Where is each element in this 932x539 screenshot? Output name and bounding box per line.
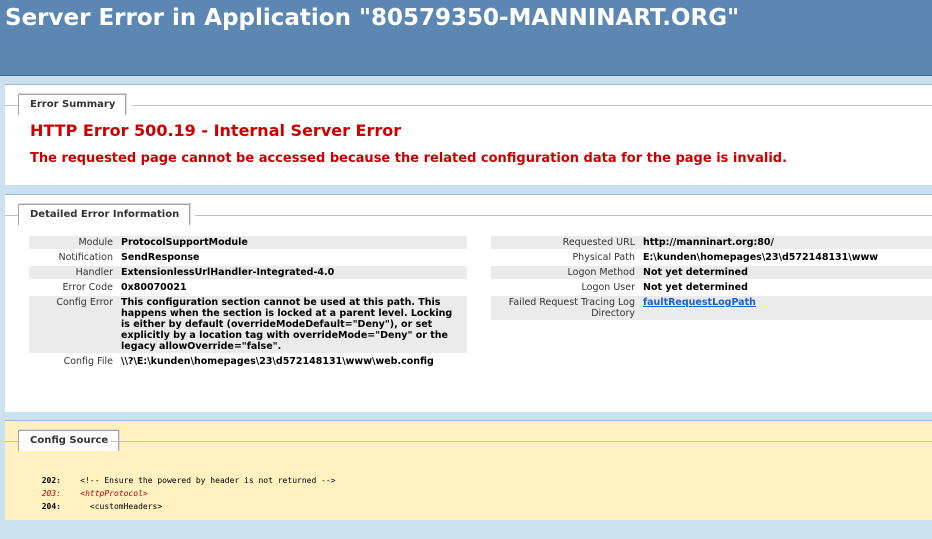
detail-value: faultRequestLogPath — [639, 296, 932, 320]
detail-value: Not yet determined — [639, 266, 932, 279]
detail-row-logon-user: Logon User Not yet determined — [491, 281, 932, 294]
detail-label: Logon Method — [491, 266, 639, 279]
line-number: 204: — [41, 502, 61, 511]
detail-label: Handler — [29, 266, 117, 279]
detail-label: Module — [29, 236, 117, 249]
error-description: The requested page cannot be accessed be… — [30, 151, 788, 166]
tab-divider — [111, 441, 932, 442]
detail-row-logon-method: Logon Method Not yet determined — [491, 266, 932, 279]
error-summary-tab: Error Summary — [18, 94, 127, 115]
error-summary-tab-label: Error Summary — [30, 99, 116, 110]
detail-row-error-code: Error Code 0x80070021 — [29, 281, 467, 294]
code-line-error: 203: <httpProtocol> — [35, 487, 336, 500]
detail-row-tracing-log-directory: Failed Request Tracing Log Directory fau… — [491, 296, 932, 320]
detail-value: 0x80070021 — [121, 282, 187, 293]
config-source-tab: Config Source — [18, 430, 120, 451]
tab-divider — [5, 441, 18, 442]
detail-value: \\?\E:\kunden\homepages\23\d572148131\ww… — [121, 356, 434, 367]
error-details-table: Module ProtocolSupportModule Notificatio… — [29, 234, 467, 370]
line-number: 202: — [41, 476, 61, 485]
detail-row-module: Module ProtocolSupportModule — [29, 236, 467, 249]
error-title: HTTP Error 500.19 - Internal Server Erro… — [30, 121, 402, 140]
tab-divider — [195, 215, 932, 216]
header-band — [0, 37, 932, 76]
detail-value: Not yet determined — [643, 282, 748, 293]
detail-value: ProtocolSupportModule — [117, 236, 467, 249]
detailed-error-tab: Detailed Error Information — [18, 204, 191, 225]
code-text: <!-- Ensure the powered by header is not… — [61, 476, 336, 485]
tab-divider — [5, 105, 18, 106]
detail-label: Config File — [63, 356, 113, 367]
detailed-error-tab-label: Detailed Error Information — [30, 209, 180, 220]
request-details-table: Requested URL http://manninart.org:80/ P… — [491, 234, 932, 322]
code-text: <httpProtocol> — [61, 489, 148, 498]
tab-divider — [132, 105, 932, 106]
tab-divider — [5, 215, 18, 216]
detail-row-handler: Handler ExtensionlessUrlHandler-Integrat… — [29, 266, 467, 279]
config-source-code: 202: <!-- Ensure the powered by header i… — [35, 461, 336, 539]
detail-label: Config Error — [29, 296, 117, 353]
detail-value: SendResponse — [121, 252, 200, 263]
detail-label: Notification — [58, 252, 113, 263]
detail-label: Requested URL — [491, 236, 639, 249]
detail-label: Failed Request Tracing Log Directory — [491, 296, 639, 320]
code-line: 204: <customHeaders> — [35, 500, 336, 513]
error-summary-panel: Error Summary HTTP Error 500.19 - Intern… — [5, 84, 932, 185]
detail-label: Error Code — [62, 282, 114, 293]
detail-row-requested-url: Requested URL http://manninart.org:80/ — [491, 236, 932, 249]
fault-request-log-path-link[interactable]: faultRequestLogPath — [643, 297, 756, 308]
page-header: Server Error in Application "80579350-MA… — [0, 0, 932, 37]
detailed-error-panel: Detailed Error Information Module Protoc… — [5, 194, 932, 412]
page-title: Server Error in Application "80579350-MA… — [5, 5, 740, 31]
detail-value: This configuration section cannot be use… — [117, 296, 467, 353]
detail-value: E:\kunden\homepages\23\d572148131\www — [643, 252, 879, 263]
detail-value: ExtensionlessUrlHandler-Integrated-4.0 — [117, 266, 467, 279]
detail-row-config-file: Config File \\?\E:\kunden\homepages\23\d… — [29, 355, 467, 368]
detail-label: Logon User — [581, 282, 635, 293]
detail-row-config-error: Config Error This configuration section … — [29, 296, 467, 353]
code-text: <customHeaders> — [61, 502, 163, 511]
detail-label: Physical Path — [572, 252, 635, 263]
config-source-panel: Config Source 202: <!-- Ensure the power… — [5, 420, 932, 520]
detail-row-notification: Notification SendResponse — [29, 251, 467, 264]
detail-row-physical-path: Physical Path E:\kunden\homepages\23\d57… — [491, 251, 932, 264]
config-source-tab-label: Config Source — [30, 435, 109, 446]
code-line: 202: <!-- Ensure the powered by header i… — [35, 474, 336, 487]
line-number: 203: — [41, 489, 61, 498]
detail-value: http://manninart.org:80/ — [639, 236, 932, 249]
